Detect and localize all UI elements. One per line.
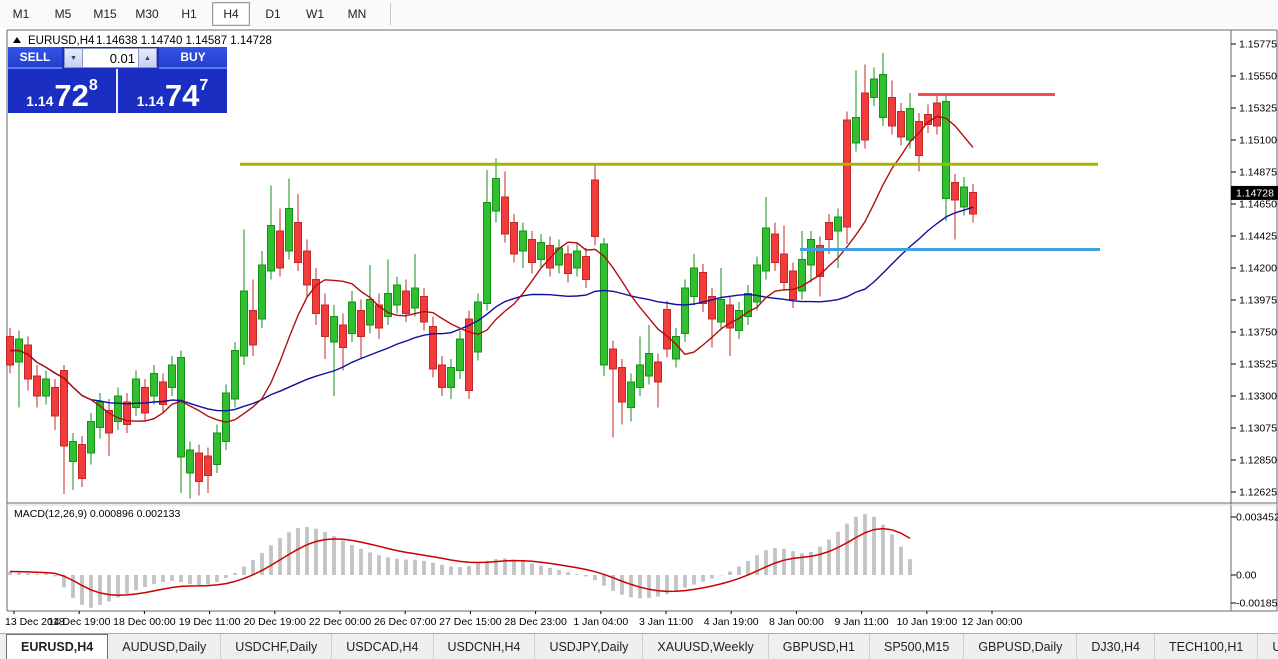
chart-tab-gbpusd-daily[interactable]: GBPUSD,Daily	[964, 634, 1077, 659]
chart-tab-gbpusd-h1[interactable]: GBPUSD,H1	[769, 634, 870, 659]
price-chart-canvas[interactable]: 1.15775 1.15550 1.15325 1.15100 1.14875 1.146…	[0, 28, 1278, 633]
svg-text:1.15100: 1.15100	[1239, 135, 1277, 147]
chart-tab-bar: EURUSD,H4AUDUSD,DailyUSDCHF,DailyUSDCAD,…	[0, 633, 1278, 659]
svg-text:1.13975: 1.13975	[1239, 295, 1277, 307]
svg-text:18 Dec 00:00: 18 Dec 00:00	[113, 616, 176, 628]
sell-price-main: 72	[54, 83, 88, 108]
time-axis: 13 Dec 201814 Dec 19:0018 Dec 00:0019 De…	[5, 611, 1023, 628]
svg-text:1.15325: 1.15325	[1239, 103, 1277, 115]
tf-button-d1[interactable]: D1	[254, 2, 292, 26]
tf-button-h4[interactable]: H4	[212, 2, 250, 26]
chart-tab-usdcnh-h4[interactable]: USDCNH,H4	[434, 634, 536, 659]
svg-text:1.13075: 1.13075	[1239, 423, 1277, 435]
tf-button-m1[interactable]: M1	[2, 2, 40, 26]
tf-button-m30[interactable]: M30	[128, 2, 166, 26]
chart-tab-eurusd-h4[interactable]: EURUSD,H4	[6, 634, 108, 659]
svg-text:1.13750: 1.13750	[1239, 327, 1277, 339]
svg-text:9 Jan 11:00: 9 Jan 11:00	[835, 616, 889, 628]
buy-price[interactable]: 1.14 74 7	[118, 69, 227, 113]
svg-text:1.15550: 1.15550	[1239, 71, 1277, 83]
svg-text:0.00: 0.00	[1236, 570, 1257, 582]
svg-text:19 Dec 11:00: 19 Dec 11:00	[179, 616, 241, 628]
chart-tab-tech100-h1[interactable]: TECH100,H1	[1155, 634, 1258, 659]
svg-text:1.14425: 1.14425	[1239, 231, 1277, 243]
chart-symbol-marker-icon	[13, 37, 21, 43]
price-axis: 1.15775 1.15550 1.15325 1.15100 1.14875 1.146…	[1231, 39, 1278, 499]
svg-text:1.15775: 1.15775	[1239, 39, 1277, 51]
current-price-badge: 1.14728	[1236, 187, 1274, 199]
macd-label: MACD(12,26,9) 0.000896 0.002133	[14, 508, 181, 520]
sell-price[interactable]: 1.14 72 8	[8, 69, 118, 113]
sell-price-prefix: 1.14	[26, 94, 53, 108]
candles	[7, 53, 977, 498]
svg-text:1.14200: 1.14200	[1239, 263, 1277, 275]
lot-decrease-button[interactable]: ▼	[64, 48, 83, 68]
svg-text:20 Dec 19:00: 20 Dec 19:00	[244, 616, 307, 628]
svg-text:1.13300: 1.13300	[1239, 391, 1277, 403]
svg-text:1.14638 1.14740 1.14587 1.1472: 1.14638 1.14740 1.14587 1.14728	[96, 35, 272, 47]
chart-title: EURUSD,H41.14638 1.14740 1.14587 1.14728	[13, 35, 272, 47]
svg-text:12 Jan 00:00: 12 Jan 00:00	[962, 616, 1023, 628]
chart-tab-audusd-daily[interactable]: AUDUSD,Daily	[108, 634, 221, 659]
svg-text:28 Dec 23:00: 28 Dec 23:00	[504, 616, 567, 628]
tf-button-m5[interactable]: M5	[44, 2, 82, 26]
svg-text:1.13525: 1.13525	[1239, 359, 1277, 371]
svg-text:26 Dec 07:00: 26 Dec 07:00	[374, 616, 437, 628]
chart-tab-ukoil-h1[interactable]: UKOil,H1	[1258, 634, 1278, 659]
tf-button-h1[interactable]: H1	[170, 2, 208, 26]
svg-text:1 Jan 04:00: 1 Jan 04:00	[573, 616, 628, 628]
svg-text:1.12625: 1.12625	[1239, 487, 1277, 499]
lot-size-input[interactable]	[83, 48, 138, 68]
sell-button[interactable]: SELL	[8, 47, 62, 69]
timeframe-toolbar: M1M5M15M30H1H4D1W1MN	[0, 0, 1278, 28]
svg-text:22 Dec 00:00: 22 Dec 00:00	[309, 616, 372, 628]
tf-button-mn[interactable]: MN	[338, 2, 376, 26]
buy-button[interactable]: BUY	[159, 47, 227, 69]
chart-tab-usdcad-h4[interactable]: USDCAD,H4	[332, 634, 433, 659]
svg-text:EURUSD,H4: EURUSD,H4	[28, 35, 95, 47]
buy-price-prefix: 1.14	[137, 94, 164, 108]
mt4-window: { "toolbar": { "timeframes": [ {"label":…	[0, 0, 1278, 659]
svg-text:1.14650: 1.14650	[1239, 199, 1277, 211]
one-click-trading-panel: SELL ▼ ▲ BUY 1.14 72 8 1.14 74 7	[8, 47, 227, 113]
macd-pane: MACD(12,26,9) 0.000896 0.002133 0.003452 0…	[10, 508, 1278, 610]
chart-tab-xauusd-weekly[interactable]: XAUUSD,Weekly	[643, 634, 768, 659]
svg-text:-0.001851: -0.001851	[1236, 598, 1278, 610]
svg-text:27 Dec 15:00: 27 Dec 15:00	[439, 616, 502, 628]
buy-price-main: 74	[165, 83, 199, 108]
lot-increase-button[interactable]: ▲	[138, 48, 157, 68]
lot-size-control: ▼ ▲	[62, 47, 159, 69]
svg-text:1.14875: 1.14875	[1239, 167, 1277, 179]
svg-text:8 Jan 00:00: 8 Jan 00:00	[769, 616, 824, 628]
svg-text:4 Jan 19:00: 4 Jan 19:00	[704, 616, 759, 628]
tf-button-w1[interactable]: W1	[296, 2, 334, 26]
svg-text:1.12850: 1.12850	[1239, 455, 1277, 467]
chart-tab-usdchf-daily[interactable]: USDCHF,Daily	[221, 634, 332, 659]
chart-tab-sp500-m15[interactable]: SP500,M15	[870, 634, 964, 659]
buy-price-pip: 7	[199, 78, 208, 94]
sell-price-pip: 8	[89, 78, 98, 94]
svg-text:0.003452: 0.003452	[1236, 512, 1278, 524]
chart-tab-dj30-h4[interactable]: DJ30,H4	[1077, 634, 1155, 659]
svg-text:14 Dec 19:00: 14 Dec 19:00	[48, 616, 111, 628]
toolbar-separator	[390, 3, 391, 25]
chart-tab-usdjpy-daily[interactable]: USDJPY,Daily	[535, 634, 643, 659]
svg-text:10 Jan 19:00: 10 Jan 19:00	[896, 616, 957, 628]
tf-button-m15[interactable]: M15	[86, 2, 124, 26]
svg-text:3 Jan 11:00: 3 Jan 11:00	[639, 616, 693, 628]
